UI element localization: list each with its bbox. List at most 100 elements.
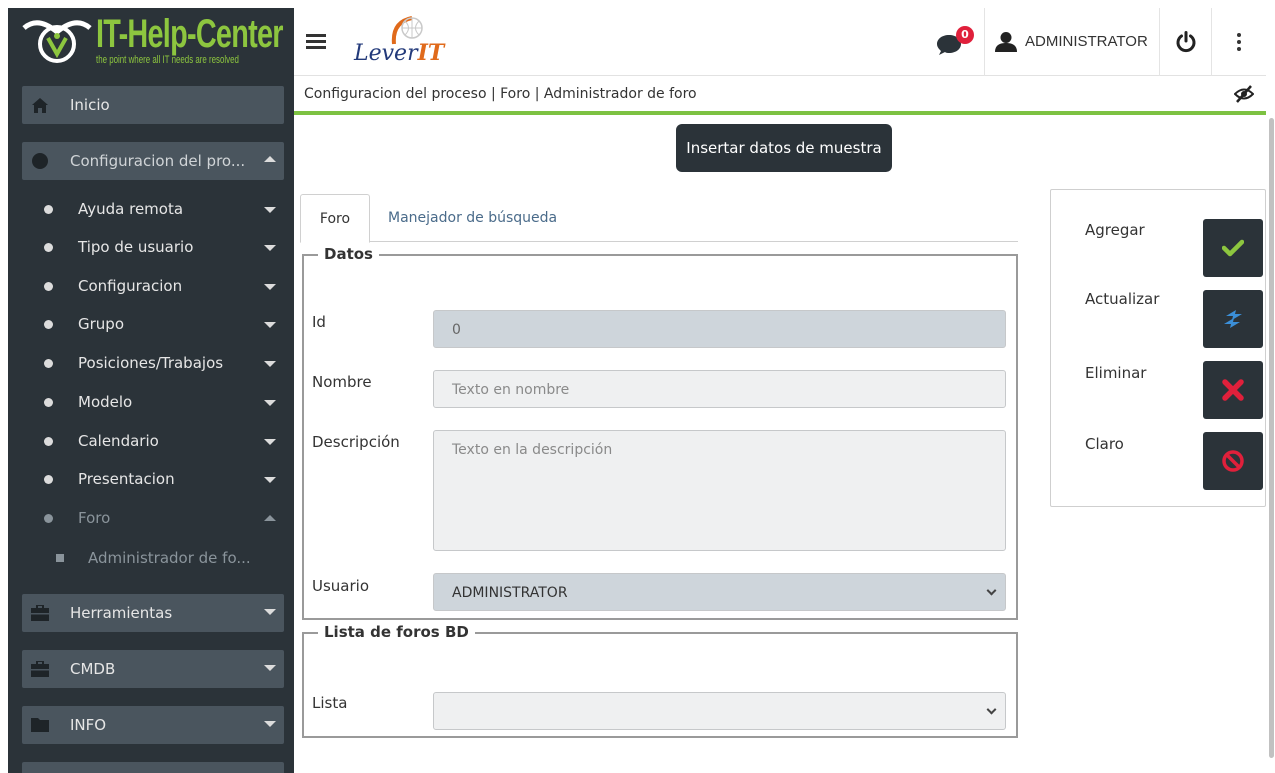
sidebar-item-label: Calendario (78, 432, 159, 450)
sidebar-item-label: Ayuda remota (78, 200, 184, 218)
refresh-icon (1224, 310, 1242, 328)
tab-manejador-de-busqueda[interactable]: Manejador de búsqueda (388, 194, 557, 242)
sidebar-item-label: Foro (78, 509, 111, 527)
sidebar-item-label: Administrador de fo... (88, 549, 251, 567)
datos-legend: Datos (318, 245, 379, 263)
logo-title: IT-Help-Center (96, 12, 283, 56)
tabs: Foro Manejador de búsqueda (300, 194, 1018, 243)
circle-icon (22, 142, 58, 180)
close-icon (1222, 379, 1244, 401)
sidebar-item-label: INFO (70, 716, 107, 734)
chevron-down-icon (986, 704, 997, 715)
user-icon (995, 32, 1017, 52)
logo-tagline: the point where all IT needs are resolve… (96, 54, 239, 66)
chevron-up-icon (264, 515, 276, 521)
usuario-select[interactable]: ADMINISTRATOR (433, 573, 1006, 611)
sidebar-subitem-modelo[interactable]: Modelo (22, 383, 284, 421)
sidebar-subitem-configuracion[interactable]: Configuracion (22, 267, 284, 305)
sidebar-item-info[interactable]: INFO (22, 706, 284, 744)
bullet-icon (44, 243, 53, 252)
chevron-down-icon (264, 721, 276, 727)
chevron-down-icon (264, 400, 276, 406)
briefcase-icon (22, 650, 58, 688)
bullet-icon (44, 359, 53, 368)
usuario-selected-value: ADMINISTRATOR (452, 585, 568, 601)
sidebar-subitem-posiciones[interactable]: Posiciones/Trabajos (22, 344, 284, 382)
check-icon (1222, 239, 1244, 257)
chevron-down-icon (264, 322, 276, 328)
sidebar-subitem-calendario[interactable]: Calendario (22, 422, 284, 460)
chevron-down-icon (986, 585, 997, 596)
notification-count-badge: 0 (956, 26, 974, 44)
sidebar-subitem-grupo[interactable]: Grupo (22, 305, 284, 343)
sidebar-item-label: Herramientas (70, 604, 173, 622)
sidebar-item-cmdb[interactable]: CMDB (22, 650, 284, 688)
descripcion-label: Descripción (312, 433, 400, 451)
sidebar-item-herramientas[interactable]: Herramientas (22, 594, 284, 632)
sidebar-item-label: Configuracion del pro... (70, 152, 246, 170)
lista-select[interactable] (433, 692, 1006, 730)
sidebar-item-label: Grupo (78, 315, 124, 333)
bullet-icon (44, 475, 53, 484)
sidebar-subitem-presentacion[interactable]: Presentacion (22, 460, 284, 498)
chevron-down-icon (264, 439, 276, 445)
lista-label: Lista (312, 694, 348, 712)
add-label: Agregar (1085, 221, 1145, 239)
lista-legend: Lista de foros BD (318, 623, 475, 641)
more-options-icon[interactable] (1212, 8, 1266, 76)
chevron-down-icon (264, 284, 276, 290)
chevron-down-icon (264, 477, 276, 483)
square-bullet-icon (56, 554, 64, 562)
sidebar-subitem-foro[interactable]: Foro (22, 499, 284, 537)
brand-text: LeverIT (354, 40, 445, 66)
nombre-label: Nombre (312, 373, 372, 391)
brand-logo[interactable]: LeverIT (346, 14, 456, 72)
insert-sample-data-button[interactable]: Insertar datos de muestra (676, 124, 892, 172)
sidebar-item-label: Configuracion (78, 277, 183, 295)
usuario-label: Usuario (312, 577, 370, 595)
sidebar-item-inicio[interactable]: Inicio (22, 86, 284, 124)
sidebar-subitem-administrador-de-foro[interactable]: Administrador de fo... (22, 539, 284, 577)
delete-button[interactable] (1203, 361, 1263, 419)
logout-button[interactable] (1160, 8, 1212, 76)
bullet-icon (44, 320, 53, 329)
chevron-down-icon (264, 207, 276, 213)
actions-panel: Agregar Actualizar Eliminar Claro (1050, 189, 1266, 507)
page-scrollbar-thumb[interactable] (1269, 118, 1274, 758)
breadcrumb-text: Configuracion del proceso | Foro | Admin… (304, 86, 697, 102)
notifications-button[interactable]: 0 (934, 20, 978, 64)
ban-icon (1222, 450, 1244, 472)
id-field[interactable]: 0 (433, 310, 1006, 348)
folder-icon (22, 706, 58, 744)
sidebar-subitem-ayuda-remota[interactable]: Ayuda remota (22, 190, 284, 228)
chevron-down-icon (264, 609, 276, 615)
sidebar-item-label: Posiciones/Trabajos (78, 354, 224, 372)
sidebar-subitem-tipo-de-usuario[interactable]: Tipo de usuario (22, 228, 284, 266)
top-header: LeverIT 0 ADMINISTRATOR (294, 8, 1266, 76)
sidebar-item-label: Inicio (70, 96, 110, 114)
chevron-down-icon (264, 361, 276, 367)
app-window: IT-Help-Center the point where all IT ne… (0, 0, 1275, 773)
bullet-icon (44, 398, 53, 407)
logo-emblem-icon (22, 20, 92, 63)
tab-foro[interactable]: Foro (300, 194, 370, 243)
sidebar-item-configuracion[interactable]: Configuracion del pro... (22, 142, 284, 180)
user-name: ADMINISTRATOR (1025, 33, 1148, 50)
delete-label: Eliminar (1085, 364, 1147, 382)
descripcion-textarea[interactable]: Texto en la descripción (433, 430, 1006, 551)
home-icon (22, 86, 58, 124)
sidebar-item-partial[interactable] (22, 762, 284, 773)
clear-button[interactable] (1203, 432, 1263, 490)
bullet-icon (44, 514, 53, 523)
add-button[interactable] (1203, 219, 1263, 277)
clear-label: Claro (1085, 435, 1124, 453)
logo[interactable]: IT-Help-Center the point where all IT ne… (8, 8, 294, 76)
hamburger-menu-icon[interactable] (302, 28, 332, 56)
eye-slash-icon[interactable] (1234, 85, 1254, 103)
id-label: Id (312, 313, 326, 331)
sidebar: IT-Help-Center the point where all IT ne… (8, 8, 294, 773)
user-menu[interactable]: ADMINISTRATOR (984, 8, 1160, 76)
update-button[interactable] (1203, 290, 1263, 348)
nombre-field[interactable]: Texto en nombre (433, 370, 1006, 408)
sidebar-item-label: Tipo de usuario (78, 238, 194, 256)
